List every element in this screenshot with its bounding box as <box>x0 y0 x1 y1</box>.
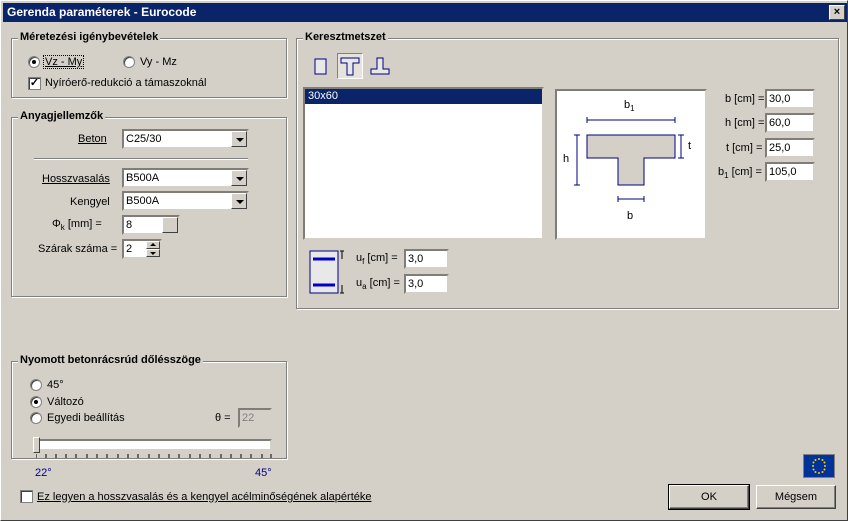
cover-ua-input[interactable]: 3,0 <box>404 274 449 294</box>
rect-shape-button[interactable] <box>307 53 333 79</box>
radio-vz-my-label[interactable]: Vz - My <box>42 55 85 69</box>
radio-45[interactable] <box>30 379 42 391</box>
materials-group-title: Anyagjellemzők <box>18 110 106 122</box>
phi-unit: [mm] = <box>67 218 102 230</box>
radio-custom-label[interactable]: Egyedi beállítás <box>47 412 125 424</box>
angle-slider-thumb[interactable] <box>33 437 40 453</box>
chevron-down-icon[interactable] <box>231 170 247 186</box>
beton-label: Beton <box>78 133 107 145</box>
materials-group: Anyagjellemzők Beton C25/30 Hosszvasalás… <box>11 110 287 297</box>
close-button[interactable]: × <box>829 5 845 20</box>
radio-vz-my-text: Vz - My <box>45 56 83 68</box>
param-b-input[interactable]: 30,0 <box>765 89 815 109</box>
phi-symbol: Φ <box>52 218 61 230</box>
legs-value: 2 <box>126 243 133 255</box>
dialog-window: Gerenda paraméterek - Eurocode × Méretez… <box>0 0 848 521</box>
phi-sub: k <box>60 223 65 233</box>
radio-45-label[interactable]: 45° <box>47 379 64 391</box>
param-h-input[interactable]: 60,0 <box>765 113 815 133</box>
theta-label: θ = <box>215 412 231 424</box>
title-bar: Gerenda paraméterek - Eurocode × <box>3 3 847 22</box>
inverted-t-icon <box>370 57 390 75</box>
beton-value: C25/30 <box>126 133 162 145</box>
phi-label: Φk [mm] = <box>52 218 102 232</box>
shear-reduction-label[interactable]: Nyíróerő-redukció a támaszoknál <box>45 77 206 89</box>
stirrup-combo[interactable]: B500A <box>122 191 249 211</box>
diagram-label-b1: b1 <box>624 99 635 113</box>
slider-max-label: 45° <box>255 467 272 479</box>
beton-label-text: Beton <box>78 133 107 145</box>
cover-icon <box>309 249 349 295</box>
cross-section-group: Keresztmetszet 30x60 b1 h t b b [cm] = 3… <box>296 31 839 309</box>
diagram-label-b: b <box>627 210 634 222</box>
stirrup-value: B500A <box>126 195 160 207</box>
cover-uf-suffix: [cm] = <box>364 252 398 264</box>
param-b1-label: b1 [cm] = <box>718 166 762 180</box>
window-title: Gerenda paraméterek - Eurocode <box>7 5 197 19</box>
section-preview: b1 h t b <box>555 89 707 240</box>
list-item[interactable]: 30x60 <box>305 89 542 104</box>
param-h-label: h [cm] = <box>725 117 765 129</box>
radio-vy-mz[interactable] <box>123 56 135 68</box>
default-steel-checkbox[interactable] <box>20 490 33 503</box>
long-rebar-value: B500A <box>126 172 160 184</box>
chevron-down-icon[interactable] <box>231 193 247 209</box>
phi-combo[interactable]: 8 <box>122 215 180 235</box>
t-shape-button[interactable] <box>337 53 363 79</box>
phi-value: 8 <box>126 219 133 231</box>
long-rebar-label-text: Hosszvasalás <box>42 173 110 185</box>
angle-slider-track[interactable] <box>34 439 272 451</box>
eu-flag-icon <box>803 454 835 478</box>
shear-reduction-checkbox[interactable]: ✓ <box>28 77 41 90</box>
slider-min-label: 22° <box>35 467 52 479</box>
close-icon: × <box>833 6 841 18</box>
radio-custom[interactable] <box>30 412 42 424</box>
default-steel-label[interactable]: Ez legyen a hosszvasalás és a kengyel ac… <box>37 491 371 503</box>
diagram-label-h: h <box>563 153 570 165</box>
slider-ticks <box>36 454 272 458</box>
radio-vz-my[interactable] <box>28 56 40 68</box>
materials-separator <box>34 158 248 160</box>
angle-group: Nyomott betonrácsrúd dőlésszöge 45° Vált… <box>11 354 287 459</box>
param-b1-suffix: [cm] = <box>728 166 762 178</box>
cover-uf-input[interactable]: 3,0 <box>404 249 449 269</box>
inverted-t-shape-button[interactable] <box>367 53 393 79</box>
loads-group-title: Méretezési igénybevételek <box>18 31 161 43</box>
spin-up-icon[interactable] <box>146 241 160 249</box>
stirrup-label: Kengyel <box>70 196 110 208</box>
param-b-label: b [cm] = <box>725 93 765 105</box>
diagram-label-t: t <box>688 140 692 152</box>
legs-spinner[interactable]: 2 <box>122 239 162 259</box>
radio-variable[interactable] <box>30 396 42 408</box>
param-t-label: t [cm] = <box>726 142 763 154</box>
rectangle-icon <box>314 58 327 75</box>
cover-ua-suffix: [cm] = <box>366 277 400 289</box>
cover-uf-label: uf [cm] = <box>356 252 398 266</box>
legs-label: Szárak száma = <box>38 243 118 255</box>
param-t-input[interactable]: 25,0 <box>765 138 815 158</box>
diagram-b1-sub: 1 <box>630 104 635 114</box>
spinner-buttons[interactable] <box>146 241 160 257</box>
cancel-button[interactable]: Mégsem <box>756 485 836 509</box>
default-steel-label-text: Ez legyen a hosszvasalás és a kengyel ac… <box>37 491 372 503</box>
theta-input[interactable]: 22 <box>238 408 272 428</box>
chevron-down-icon[interactable] <box>231 131 247 147</box>
section-list[interactable]: 30x60 <box>303 87 544 240</box>
cover-ua-label: ua [cm] = <box>356 277 400 291</box>
radio-vy-mz-label[interactable]: Vy - Mz <box>140 56 177 68</box>
spin-down-icon[interactable] <box>146 249 160 257</box>
beton-combo[interactable]: C25/30 <box>122 129 249 149</box>
t-section-icon <box>340 57 360 76</box>
cross-section-title: Keresztmetszet <box>303 31 388 43</box>
radio-variable-label[interactable]: Változó <box>47 396 84 408</box>
ok-button[interactable]: OK <box>668 484 750 510</box>
long-rebar-label: Hosszvasalás <box>42 173 110 185</box>
angle-group-title: Nyomott betonrácsrúd dőlésszöge <box>18 354 203 366</box>
chevron-down-icon[interactable] <box>162 217 178 233</box>
loads-group: Méretezési igénybevételek Vz - My Vy - M… <box>11 31 287 98</box>
param-b1-input[interactable]: 105,0 <box>765 162 815 182</box>
long-rebar-combo[interactable]: B500A <box>122 168 249 188</box>
